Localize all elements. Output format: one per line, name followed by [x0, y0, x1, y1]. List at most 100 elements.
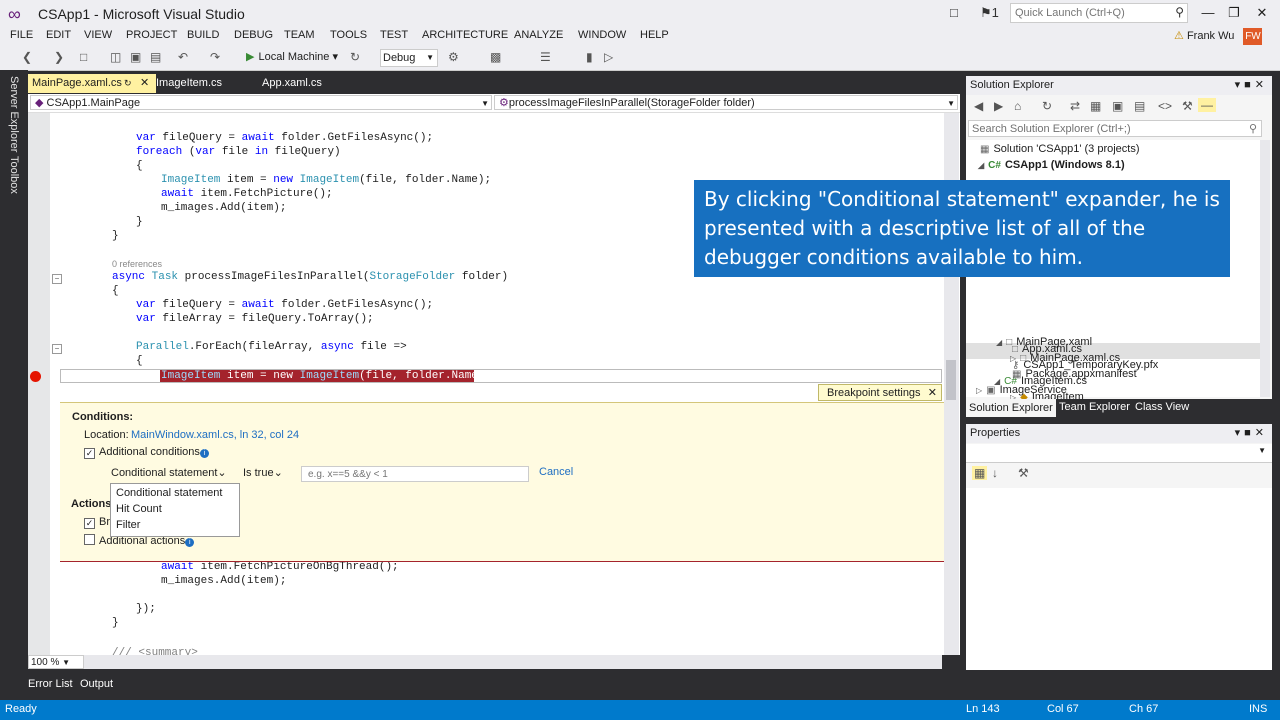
- scrollbar-thumb[interactable]: [946, 360, 956, 400]
- close-icon[interactable]: ✕: [928, 385, 937, 402]
- location-link[interactable]: MainWindow.xaml.cs, ln 32, col 24: [131, 429, 299, 441]
- tab-class-view[interactable]: Class View: [1132, 401, 1192, 413]
- properties-icon[interactable]: ▤: [1134, 99, 1145, 113]
- solution-explorer-search[interactable]: Search Solution Explorer (Ctrl+;) ⚲: [968, 120, 1262, 137]
- tree-item-file[interactable]: ▦ Package.appxmanifest: [1012, 368, 1137, 380]
- tree-item-solution[interactable]: ▦ Solution 'CSApp1' (3 projects): [980, 143, 1140, 155]
- condition-type-select[interactable]: Conditional statement⌄: [111, 466, 227, 479]
- zoom-select[interactable]: 100 % ▼: [28, 655, 84, 669]
- break-checkbox[interactable]: ✓: [84, 518, 95, 529]
- condition-expression-input[interactable]: [301, 466, 529, 482]
- show-all-files-icon[interactable]: ▣: [1112, 99, 1123, 113]
- info-icon[interactable]: i: [199, 449, 209, 458]
- maximize-button[interactable]: ❐: [1222, 4, 1246, 22]
- refresh-icon[interactable]: ↻: [350, 50, 360, 64]
- tab-imageitem-cs[interactable]: ImageItem.cs: [152, 74, 256, 93]
- collapse-icon[interactable]: −: [52, 344, 62, 354]
- open-icon[interactable]: ◫: [110, 50, 121, 64]
- tab-mainpage-xaml-cs[interactable]: MainPage.xaml.cs ↻ ✕: [28, 74, 156, 93]
- tree-item-file[interactable]: ▷ □ MainPage.xaml.cs: [1010, 352, 1120, 364]
- categorized-icon[interactable]: ▦: [972, 466, 988, 480]
- info-icon[interactable]: i: [185, 538, 195, 547]
- breakpoint-settings-tab[interactable]: Breakpoint settings ✕: [818, 384, 942, 401]
- menu-project[interactable]: PROJECT: [126, 29, 177, 41]
- server-explorer-tab[interactable]: Server Explorer: [8, 76, 20, 152]
- pane-controls-icon[interactable]: ▾■✕: [1235, 424, 1268, 443]
- collapse-all-icon[interactable]: ▦: [1090, 99, 1101, 113]
- redo-icon[interactable]: ↷: [210, 50, 220, 64]
- menu-analyze[interactable]: ANALYZE: [514, 29, 563, 41]
- expanded-icon[interactable]: ◢: [978, 161, 984, 170]
- refresh-icon[interactable]: ⇄: [1070, 99, 1080, 113]
- comment-icon[interactable]: ☰: [540, 50, 551, 64]
- collapsed-icon[interactable]: ▷: [1010, 354, 1016, 363]
- save-all-icon[interactable]: ▤: [150, 50, 161, 64]
- alphabetical-icon[interactable]: ↓: [992, 466, 998, 480]
- tab-app-xaml-cs[interactable]: App.xaml.cs: [258, 74, 362, 93]
- menu-team[interactable]: TEAM: [284, 29, 315, 41]
- back-icon[interactable]: ❮: [22, 50, 32, 64]
- dropdown-option-hit-count[interactable]: Hit Count: [116, 503, 162, 515]
- condition-op-select[interactable]: Is true⌄: [243, 466, 283, 479]
- dropdown-option-filter[interactable]: Filter: [116, 519, 140, 531]
- breakpoint-margin[interactable]: [28, 113, 50, 655]
- wrench-icon[interactable]: ⚒: [1182, 99, 1193, 113]
- save-icon[interactable]: ▣: [130, 50, 141, 64]
- expanded-icon[interactable]: ◢: [996, 338, 1002, 347]
- additional-conditions-checkbox[interactable]: ✓: [84, 448, 95, 459]
- codelens-references[interactable]: 0 references: [112, 257, 162, 271]
- attach-icon[interactable]: ⚙: [448, 50, 459, 64]
- solution-tree-scrollbar[interactable]: [1260, 140, 1270, 397]
- dropdown-option-conditional-statement[interactable]: Conditional statement: [116, 487, 222, 499]
- tree-item-file[interactable]: ◢ □ MainPage.xaml: [996, 336, 1092, 348]
- menu-edit[interactable]: EDIT: [46, 29, 71, 41]
- properties-object-select[interactable]: ▼: [966, 444, 1272, 463]
- menu-tools[interactable]: TOOLS: [330, 29, 367, 41]
- wrench-icon[interactable]: ⚒: [1018, 466, 1029, 480]
- menu-architecture[interactable]: ARCHITECTURE: [422, 29, 508, 41]
- menu-test[interactable]: TEST: [380, 29, 408, 41]
- quick-launch-input[interactable]: [1011, 4, 1169, 22]
- additional-actions-checkbox[interactable]: [84, 534, 95, 545]
- close-button[interactable]: ✕: [1250, 4, 1274, 22]
- search-icon[interactable]: ⚲: [1249, 121, 1257, 138]
- tree-item-project[interactable]: ▷ ▣ ImageService: [976, 384, 1067, 396]
- tab-team-explorer[interactable]: Team Explorer: [1056, 401, 1133, 413]
- close-tab-icon[interactable]: ✕: [140, 74, 149, 93]
- sync-icon[interactable]: ↻: [1042, 99, 1052, 113]
- view-code-icon[interactable]: <>: [1158, 99, 1172, 113]
- user-account[interactable]: ⚠ Frank Wu FW: [1174, 28, 1263, 45]
- pin-icon[interactable]: ↻: [124, 74, 132, 93]
- start-debugging-button[interactable]: ▶ Local Machine ▾: [246, 50, 338, 63]
- tab-error-list[interactable]: Error List: [28, 678, 73, 690]
- bookmark-icon[interactable]: ▮: [586, 50, 593, 64]
- quick-launch[interactable]: ⚲: [1010, 3, 1188, 23]
- collapse-icon[interactable]: −: [52, 274, 62, 284]
- search-icon[interactable]: ⚲: [1175, 5, 1184, 19]
- tab-solution-explorer[interactable]: Solution Explorer: [966, 399, 1056, 417]
- breakpoint-icon[interactable]: [30, 371, 41, 382]
- browser-link-icon[interactable]: ▩: [490, 50, 501, 64]
- new-project-icon[interactable]: □: [80, 50, 87, 64]
- forward-icon[interactable]: ❯: [54, 50, 64, 64]
- toolbox-tab[interactable]: Toolbox: [8, 156, 20, 194]
- menu-window[interactable]: WINDOW: [578, 29, 626, 41]
- notifications-icon[interactable]: ⚑1: [980, 5, 999, 21]
- minimize-button[interactable]: —: [1196, 4, 1220, 22]
- configuration-select[interactable]: Debug ▼: [380, 49, 438, 67]
- menu-file[interactable]: FILE: [10, 29, 33, 41]
- menu-build[interactable]: BUILD: [187, 29, 219, 41]
- forward-icon[interactable]: ▶: [994, 99, 1003, 113]
- home-icon[interactable]: ⌂: [1014, 99, 1021, 113]
- undo-icon[interactable]: ↶: [178, 50, 188, 64]
- tree-item-project[interactable]: ◢ C# CSApp1 (Windows 8.1): [978, 159, 1125, 171]
- class-selector[interactable]: ◆ CSApp1.MainPage ▼: [30, 95, 492, 110]
- tab-output[interactable]: Output: [80, 678, 113, 690]
- bookmark-prev-icon[interactable]: ▷: [604, 50, 613, 64]
- cancel-link[interactable]: Cancel: [539, 466, 573, 478]
- back-icon[interactable]: ◀: [974, 99, 983, 113]
- menu-help[interactable]: HELP: [640, 29, 669, 41]
- pane-controls-icon[interactable]: ▾■✕: [1235, 76, 1268, 95]
- pin-preview-icon[interactable]: —: [1198, 98, 1216, 112]
- collapsed-icon[interactable]: ▷: [976, 386, 982, 395]
